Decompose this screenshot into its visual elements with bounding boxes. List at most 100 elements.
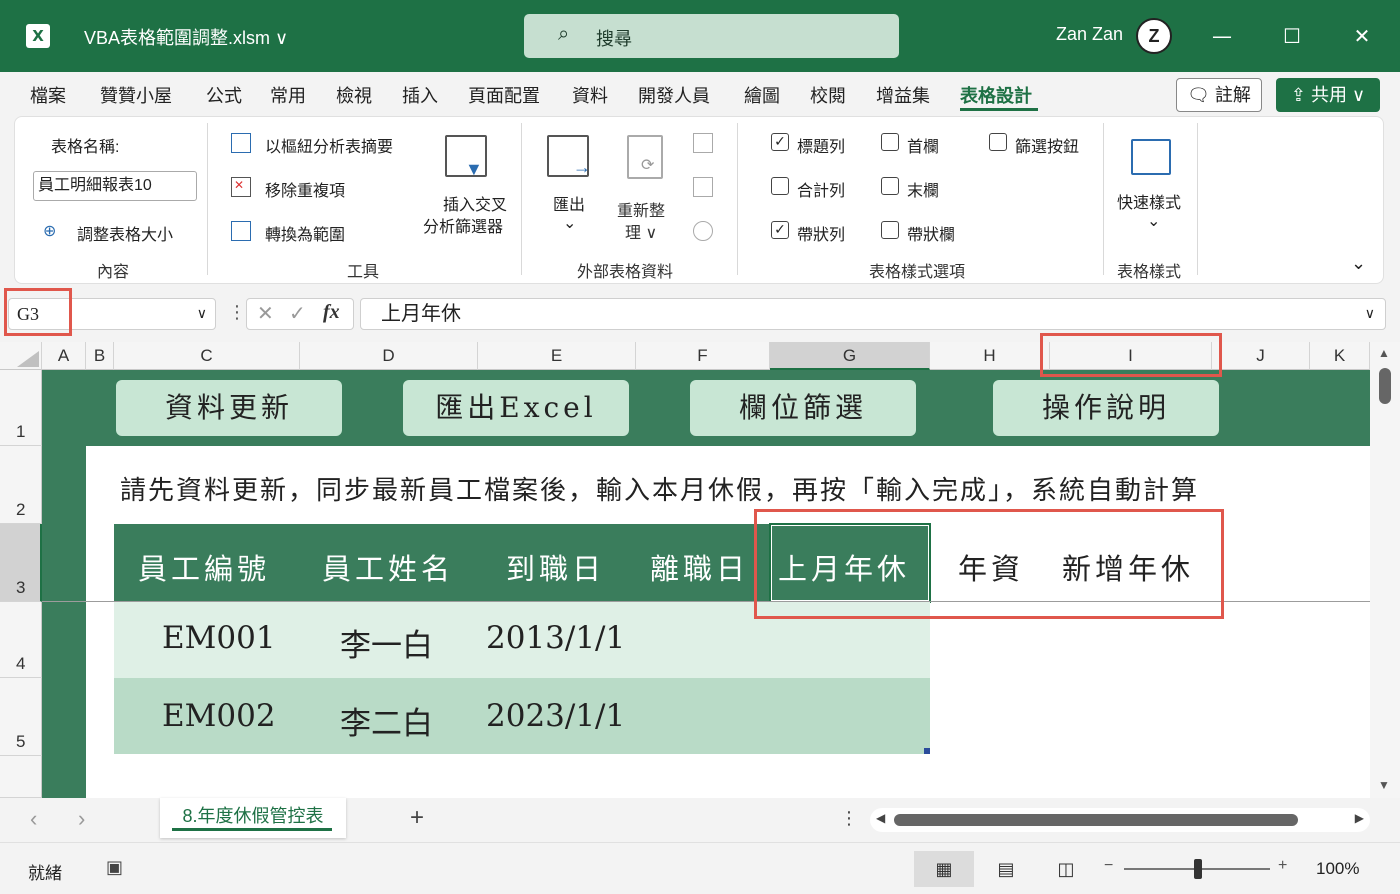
row-header-1[interactable]: 1 — [0, 370, 42, 446]
col-header-c[interactable]: C — [114, 342, 300, 370]
zoom-level[interactable]: 100% — [1316, 859, 1359, 879]
header-employee-id[interactable]: 員工編號 — [138, 546, 270, 588]
select-all-corner[interactable] — [0, 342, 42, 370]
header-leave-date[interactable]: 離職日 — [650, 546, 749, 588]
cell-name-2[interactable]: 李二白 — [340, 698, 433, 743]
col-header-j[interactable]: J — [1212, 342, 1310, 370]
page-break-view-button[interactable]: ◫ — [1036, 851, 1096, 887]
file-title[interactable]: VBA表格範圍調整.xlsm ∨ — [84, 24, 288, 50]
tab-file[interactable]: 檔案 — [30, 82, 66, 108]
help-button[interactable]: 操作說明 — [993, 380, 1219, 436]
next-sheet-icon[interactable]: › — [78, 806, 85, 832]
col-header-a[interactable]: A — [42, 342, 86, 370]
cell-id-1[interactable]: EM001 — [162, 620, 276, 656]
zoom-in-button[interactable]: + — [1278, 857, 1287, 875]
minimize-button[interactable]: — — [1202, 18, 1242, 54]
vertical-scroll-thumb[interactable] — [1379, 368, 1391, 404]
header-employee-name[interactable]: 員工姓名 — [322, 546, 454, 588]
cell-id-2[interactable]: EM002 — [162, 698, 276, 734]
tab-draw[interactable]: 繪圖 — [744, 82, 780, 108]
open-in-browser-icon[interactable] — [693, 177, 713, 197]
name-box-chevron-icon[interactable]: ∨ — [197, 299, 207, 329]
banded-rows-checkbox[interactable]: ✓ — [771, 221, 789, 239]
maximize-button[interactable]: ☐ — [1272, 18, 1312, 54]
cell-hire-date-2[interactable]: 2023/1/1 — [486, 698, 625, 734]
header-row-checkbox[interactable]: ✓ — [771, 133, 789, 151]
properties-icon[interactable] — [693, 133, 713, 153]
col-header-d[interactable]: D — [300, 342, 478, 370]
header-hire-date[interactable]: 到職日 — [506, 546, 605, 588]
zoom-out-button[interactable]: − — [1104, 857, 1113, 875]
enter-icon[interactable]: ✓ — [289, 301, 306, 326]
formula-input[interactable]: 上月年休 ∨ — [360, 298, 1386, 330]
normal-view-button[interactable]: ▦ — [914, 851, 974, 887]
refresh-data-button[interactable]: 資料更新 — [116, 380, 342, 436]
scroll-up-icon[interactable]: ▲ — [1378, 346, 1390, 360]
table-name-input[interactable]: 員工明細報表10 — [33, 171, 197, 201]
tab-table-design[interactable]: 表格設計 — [960, 82, 1032, 108]
quick-styles-button[interactable]: 快速樣式 — [1117, 189, 1181, 213]
row-header-6[interactable] — [0, 756, 42, 798]
col-header-b[interactable]: B — [86, 342, 114, 370]
tab-developer[interactable]: 開發人員 — [638, 82, 710, 108]
col-header-h[interactable]: H — [930, 342, 1050, 370]
banded-columns-checkbox[interactable] — [881, 221, 899, 239]
total-row-checkbox[interactable] — [771, 177, 789, 195]
tab-view[interactable]: 檢視 — [336, 82, 372, 108]
tab-formulas[interactable]: 公式 — [206, 82, 242, 108]
tab-zanzan[interactable]: 贊贊小屋 — [100, 82, 172, 108]
scroll-right-icon[interactable]: ▶ — [1355, 811, 1364, 825]
last-column-checkbox[interactable] — [881, 177, 899, 195]
tab-data[interactable]: 資料 — [572, 82, 608, 108]
col-header-g[interactable]: G — [770, 342, 930, 370]
collapse-ribbon-icon[interactable]: ⌄ — [1351, 253, 1366, 274]
column-filter-button[interactable]: 欄位篩選 — [690, 380, 916, 436]
sheet-options-icon[interactable]: ⋮ — [840, 808, 858, 829]
cell-hire-date-1[interactable]: 2013/1/1 — [486, 620, 625, 656]
share-button[interactable]: ⇪ 共用 ∨ — [1276, 78, 1380, 112]
horizontal-scrollbar[interactable]: ◀ ▶ — [870, 808, 1370, 832]
fx-icon[interactable]: fx — [323, 301, 340, 324]
prev-sheet-icon[interactable]: ‹ — [30, 806, 37, 832]
export-button[interactable]: 匯出 — [553, 191, 585, 215]
close-button[interactable]: ✕ — [1342, 18, 1382, 54]
avatar[interactable]: Z — [1136, 18, 1172, 54]
user-name[interactable]: Zan Zan — [1056, 24, 1123, 45]
filter-button-checkbox[interactable] — [989, 133, 1007, 151]
col-header-f[interactable]: F — [636, 342, 770, 370]
horizontal-scroll-thumb[interactable] — [894, 814, 1298, 826]
vertical-scrollbar[interactable]: ▲ ▼ — [1370, 342, 1400, 798]
export-excel-button[interactable]: 匯出Excel — [403, 380, 629, 436]
tab-addins[interactable]: 增益集 — [876, 82, 930, 108]
unlink-icon[interactable] — [693, 221, 713, 241]
convert-to-range-button[interactable]: 轉換為範圍 — [265, 221, 345, 245]
expand-formula-icon[interactable]: ∨ — [1365, 299, 1375, 329]
col-header-e[interactable]: E — [478, 342, 636, 370]
insert-slicer-label-2[interactable]: 分析篩選器 — [423, 213, 503, 237]
cancel-icon[interactable]: ✕ — [257, 301, 274, 326]
tab-review[interactable]: 校閱 — [810, 82, 846, 108]
resize-table-button[interactable]: 調整表格大小 — [77, 221, 173, 245]
zoom-slider-thumb[interactable] — [1194, 859, 1202, 879]
page-layout-view-button[interactable]: ▤ — [976, 851, 1036, 887]
row-header-3[interactable]: 3 — [0, 524, 42, 602]
col-header-k[interactable]: K — [1310, 342, 1370, 370]
more-options-icon[interactable]: ⋮ — [228, 302, 246, 323]
refresh-label-2[interactable]: 理 ∨ — [625, 219, 657, 243]
refresh-label-1[interactable]: 重新整 — [617, 197, 665, 221]
pivot-summary-button[interactable]: 以樞紐分析表摘要 — [265, 133, 393, 157]
row-header-4[interactable]: 4 — [0, 602, 42, 678]
tab-page-layout[interactable]: 頁面配置 — [468, 82, 540, 108]
tab-insert[interactable]: 插入 — [402, 82, 438, 108]
insert-slicer-label-1[interactable]: 插入交叉 — [443, 191, 507, 215]
accessibility-icon[interactable]: ▣ — [106, 857, 123, 878]
sheet-tab-active[interactable]: 8.年度休假管控表 — [160, 798, 346, 838]
add-sheet-button[interactable]: + — [410, 804, 424, 832]
search-box[interactable]: ⌕ 搜尋 — [524, 14, 899, 58]
row-header-5[interactable]: 5 — [0, 678, 42, 756]
scroll-down-icon[interactable]: ▼ — [1378, 778, 1390, 792]
comment-button[interactable]: 🗨 註解 — [1176, 78, 1262, 112]
cell-name-1[interactable]: 李一白 — [340, 620, 433, 665]
table-resize-handle[interactable] — [924, 748, 930, 754]
remove-duplicates-button[interactable]: 移除重複項 — [265, 177, 345, 201]
